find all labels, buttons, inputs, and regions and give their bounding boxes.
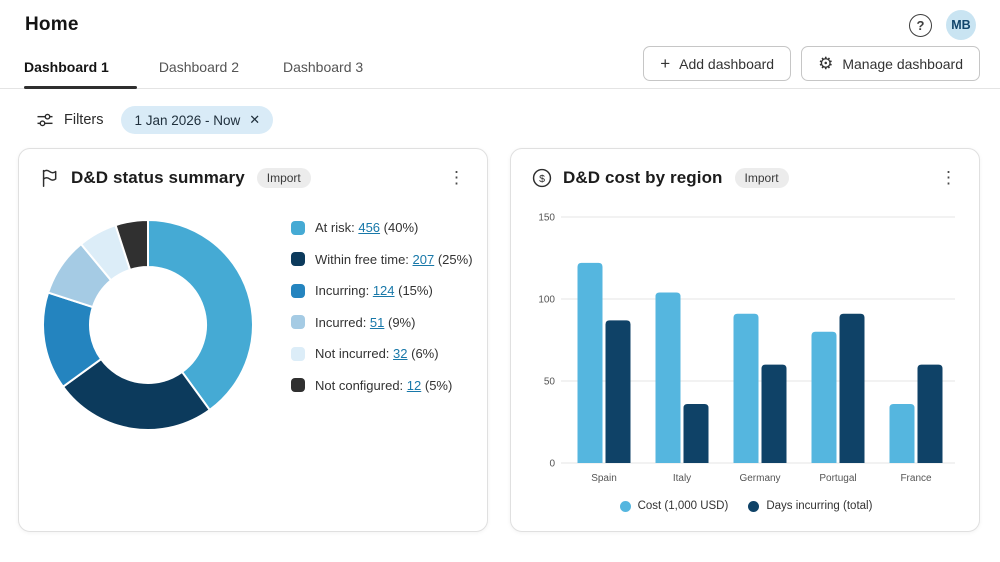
x-tick-label-italy: Italy [673, 473, 691, 484]
import-badge: Import [257, 168, 311, 188]
legend-count-link[interactable]: 456 [358, 220, 380, 235]
tab-bar: Dashboard 1Dashboard 2Dashboard 3 + Add … [0, 46, 1000, 89]
legend-item-incurred: Incurred: 51 (9%) [291, 315, 473, 330]
import-badge: Import [735, 168, 789, 188]
chip-close-icon[interactable]: ✕ [249, 112, 260, 128]
x-tick-label-portugal: Portugal [819, 473, 856, 484]
date-filter-chip[interactable]: 1 Jan 2026 - Now ✕ [121, 106, 273, 134]
bar-italy-days[interactable] [684, 404, 709, 463]
avatar-initials: MB [951, 18, 970, 32]
y-tick-label: 0 [549, 459, 555, 470]
donut-chart [39, 216, 257, 434]
legend-swatch [291, 284, 305, 298]
bar-portugal-cost[interactable] [812, 332, 837, 463]
flag-icon [39, 167, 61, 189]
legend-label: Cost (1,000 USD) [638, 500, 729, 512]
tab-dashboard-3[interactable]: Dashboard 3 [261, 49, 385, 88]
legend-swatch [291, 378, 305, 392]
bar-germany-cost[interactable] [734, 314, 759, 463]
legend-count-link[interactable]: 124 [373, 283, 395, 298]
bar-portugal-days[interactable] [840, 314, 865, 463]
legend-label: Days incurring (total) [766, 500, 872, 512]
bar-spain-days[interactable] [606, 320, 631, 463]
legend-label: Not incurred: 32 (6%) [315, 346, 439, 361]
page-title: Home [25, 14, 79, 36]
legend-label: Not configured: 12 (5%) [315, 378, 452, 393]
legend-swatch [291, 347, 305, 361]
filters-label: Filters [64, 112, 103, 128]
x-tick-label-france: France [900, 473, 932, 484]
cost-by-region-card: $ D&D cost by region Import ⋮ 0 50 100 150 S… [510, 148, 980, 532]
top-bar: Home ? MB [0, 0, 1000, 46]
y-tick-label: 50 [544, 377, 556, 388]
legend-count-link[interactable]: 32 [393, 346, 407, 361]
gear-icon: ⚙ [818, 55, 833, 72]
legend-item-not-incurred: Not incurred: 32 (6%) [291, 346, 473, 361]
bar-france-days[interactable] [918, 365, 943, 463]
add-dashboard-button[interactable]: + Add dashboard [643, 46, 791, 81]
legend-count-link[interactable]: 12 [407, 378, 421, 393]
help-icon[interactable]: ? [909, 14, 932, 37]
legend-label: Within free time: 207 (25%) [315, 252, 473, 267]
legend-swatch [620, 501, 631, 512]
legend-item-not-configured: Not configured: 12 (5%) [291, 378, 473, 393]
sliders-icon [35, 110, 55, 130]
y-tick-label: 100 [538, 295, 555, 306]
bar-legend-item: Days incurring (total) [748, 500, 872, 512]
legend-swatch [291, 252, 305, 266]
legend-item-incurring: Incurring: 124 (15%) [291, 283, 473, 298]
cost-by-region-title: D&D cost by region [563, 168, 723, 188]
x-tick-label-spain: Spain [591, 473, 617, 484]
avatar[interactable]: MB [946, 10, 976, 40]
plus-icon: + [660, 55, 670, 72]
legend-count-link[interactable]: 207 [413, 252, 435, 267]
legend-label: Incurred: 51 (9%) [315, 315, 415, 330]
legend-item-at-risk: At risk: 456 (40%) [291, 220, 473, 235]
bar-italy-cost[interactable] [656, 292, 681, 463]
add-dashboard-label: Add dashboard [679, 56, 774, 72]
bar-france-cost[interactable] [890, 404, 915, 463]
bar-spain-cost[interactable] [578, 263, 603, 463]
manage-dashboard-label: Manage dashboard [842, 56, 963, 72]
card-menu-icon[interactable]: ⋮ [932, 166, 965, 190]
dollar-circle-icon: $ [531, 167, 553, 189]
bar-legend: Cost (1,000 USD) Days incurring (total) [527, 500, 965, 512]
legend-swatch [291, 315, 305, 329]
legend-count-link[interactable]: 51 [370, 315, 384, 330]
filters-button[interactable]: Filters [35, 110, 103, 130]
status-summary-title: D&D status summary [71, 168, 245, 188]
status-summary-card: D&D status summary Import ⋮ At risk: 456… [18, 148, 488, 532]
x-tick-label-germany: Germany [739, 473, 780, 484]
legend-label: At risk: 456 (40%) [315, 220, 418, 235]
bar-legend-item: Cost (1,000 USD) [620, 500, 729, 512]
tabs: Dashboard 1Dashboard 2Dashboard 3 [0, 49, 385, 88]
filter-bar: Filters 1 Jan 2026 - Now ✕ [35, 106, 1000, 134]
date-filter-label: 1 Jan 2026 - Now [134, 113, 240, 128]
manage-dashboard-button[interactable]: ⚙ Manage dashboard [801, 46, 980, 81]
tab-dashboard-2[interactable]: Dashboard 2 [137, 49, 261, 88]
help-glyph: ? [917, 18, 925, 33]
legend-label: Incurring: 124 (15%) [315, 283, 433, 298]
card-menu-icon[interactable]: ⋮ [440, 166, 473, 190]
legend-item-within-free-time: Within free time: 207 (25%) [291, 252, 473, 267]
legend-swatch [291, 221, 305, 235]
legend-swatch [748, 501, 759, 512]
bar-chart: 0 50 100 150 Spain Italy Germany Portugal France… [511, 198, 979, 512]
donut-legend: At risk: 456 (40%) Within free time: 207 … [291, 220, 473, 434]
tab-dashboard-1[interactable]: Dashboard 1 [24, 49, 137, 88]
y-tick-label: 150 [538, 213, 555, 224]
bar-germany-days[interactable] [762, 365, 787, 463]
dollar-glyph: $ [539, 173, 545, 185]
